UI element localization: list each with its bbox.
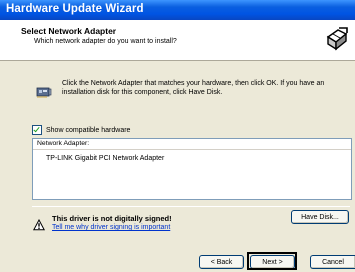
unsigned-driver-warning: This driver is not digitally signed! <box>52 214 172 223</box>
driver-signing-link[interactable]: Tell me why driver signing is important <box>52 224 170 231</box>
show-compatible-checkbox[interactable] <box>32 125 42 135</box>
have-disk-button[interactable]: Have Disk... <box>291 210 349 224</box>
list-item-adapter[interactable]: TP-LINK Gigabit PCI Network Adapter <box>46 155 164 162</box>
window-title: Hardware Update Wizard <box>6 3 144 15</box>
show-compatible-toggle[interactable]: Show compatible hardware <box>32 125 130 135</box>
title-bar[interactable]: Hardware Update Wizard <box>0 0 355 20</box>
hardware-wizard-icon <box>326 27 348 51</box>
instructions-text: Click the Network Adapter that matches y… <box>62 80 325 96</box>
page-title: Select Network Adapter <box>21 26 117 36</box>
hardware-update-wizard-window: Hardware Update Wizard Select Network Ad… <box>0 0 355 272</box>
show-compatible-label: Show compatible hardware <box>46 126 131 134</box>
unsigned-driver-warning-icon <box>33 219 45 231</box>
list-column-header: Network Adapter: <box>33 139 351 150</box>
network-card-icon <box>36 87 52 98</box>
next-button[interactable]: Next > <box>250 255 295 269</box>
wizard-header: Select Network Adapter Which network ada… <box>0 20 355 61</box>
network-adapter-list[interactable]: Network Adapter: TP-LINK Gigabit PCI Net… <box>32 138 352 200</box>
divider <box>32 206 350 207</box>
back-button[interactable]: < Back <box>199 255 244 269</box>
page-subtitle: Which network adapter do you want to ins… <box>34 38 177 45</box>
cancel-button[interactable]: Cancel <box>310 255 355 269</box>
